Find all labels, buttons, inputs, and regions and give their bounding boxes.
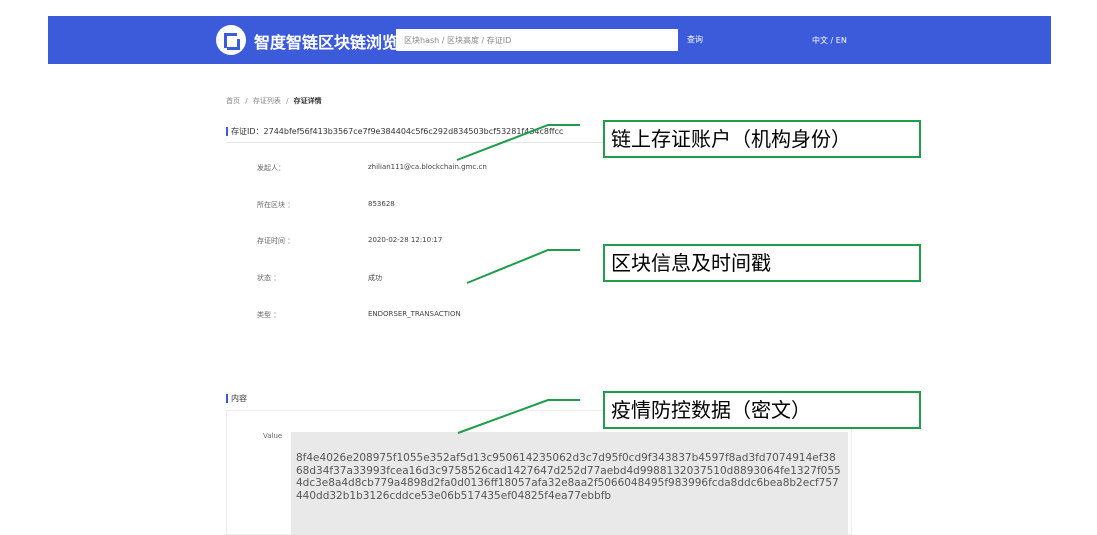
value-label: Value — [263, 432, 283, 440]
section-marker — [226, 394, 228, 403]
initiator-label: 发起人： — [257, 164, 285, 172]
breadcrumb-list[interactable]: 存证列表 — [253, 97, 281, 105]
initiator-value: zhilian111@ca.blockchain.gmc.cn — [368, 163, 487, 171]
evidence-id-value: 2744bfef56f413b3567ce7f9e384404c5f6c292d… — [263, 127, 564, 136]
leader-line-block-info — [466, 249, 580, 284]
breadcrumb-separator: / — [286, 97, 289, 105]
evidence-id-heading: 存证ID：2744bfef56f413b3567ce7f9e384404c5f6… — [226, 126, 563, 137]
block-value[interactable]: 853628 — [368, 200, 395, 208]
timestamp-label: 存证时间 ： — [257, 237, 295, 245]
type-label: 类型 ： — [257, 311, 281, 319]
callout-encrypted-data: 疫情防控数据（密文） — [603, 391, 921, 429]
brand-title[interactable]: 智度智链区块链浏览器 — [254, 29, 414, 53]
language-switch[interactable]: 中文 / EN — [812, 35, 847, 46]
breadcrumb: 首页 / 存证列表 / 存证详情 — [226, 96, 322, 106]
search-input[interactable] — [396, 29, 678, 51]
timestamp-value: 2020-02-28 12:10:17 — [368, 236, 443, 244]
content-title: 内容 — [231, 394, 247, 403]
callout-account: 链上存证账户（机构身份） — [603, 120, 921, 158]
status-value: 成功 — [368, 274, 382, 282]
value-text: 8f4e4026e208975f1055e352af5d13c950614235… — [291, 432, 848, 535]
breadcrumb-current: 存证详情 — [293, 97, 322, 105]
callout-block-info: 区块信息及时间戳 — [603, 244, 921, 282]
block-label: 所在区块 ： — [257, 201, 295, 209]
search-button[interactable]: 查询 — [678, 29, 712, 51]
top-nav-bar: 智度智链区块链浏览器 查询 中文 / EN — [48, 16, 1051, 64]
status-label: 状态 ： — [257, 274, 281, 282]
breadcrumb-separator: / — [245, 97, 248, 105]
content-heading: 内容 — [226, 393, 247, 404]
type-value: ENDORSER_TRANSACTION — [368, 310, 461, 318]
logo-icon[interactable] — [216, 25, 246, 55]
evidence-id-label: 存证ID： — [231, 127, 264, 136]
section-marker — [226, 127, 228, 136]
breadcrumb-home[interactable]: 首页 — [226, 97, 240, 105]
